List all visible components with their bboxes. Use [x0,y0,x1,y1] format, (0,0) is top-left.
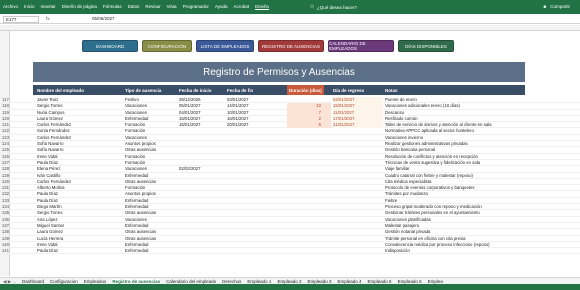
ribbon-tab[interactable]: Ayuda [215,4,228,9]
ribbon-tab[interactable]: Vista [167,4,177,9]
ribbon: Archivo Inicio Insertar Diseño de página Fór… [0,0,580,14]
ribbon-tab[interactable]: Archivo [3,4,18,9]
fx-icon[interactable]: fx [46,16,50,21]
tell-me-search[interactable]: ☉ ¿Qué desea hacer? [310,4,357,10]
formula-bar: E177 fx 05/06/2027 [0,15,580,24]
ribbon-tab[interactable]: Datos [128,4,140,9]
header-name[interactable]: Nombre del empleado [37,88,84,93]
ribbon-tab[interactable]: Programador [183,4,209,9]
cell-notes[interactable]: Indisposición [385,248,545,254]
cell-name[interactable]: Paula Díaz [37,248,123,254]
nav-button[interactable]: LISTA DE EMPLEADOS [196,40,254,52]
nav-button[interactable]: DASHBOARD [82,40,138,52]
ribbon-tab[interactable]: Diseño [255,4,269,9]
page-title: Registro de Permisos y Ausencias [33,62,525,82]
tell-me-label: ¿Qué desea hacer? [317,4,357,10]
table-header: Nombre del empleado Tipo de ausencia Fec… [33,85,525,95]
header-start[interactable]: Fecha de inicio [179,88,212,93]
ribbon-tab[interactable]: Revisar [145,4,160,9]
lightbulb-icon: ☉ [310,4,315,9]
ribbon-tab[interactable]: Inicio [24,4,35,9]
share-label: Compartir [550,4,570,9]
header-notes[interactable]: Notas [385,88,398,93]
nav-button[interactable]: CONFIGURACIÓN [142,40,192,52]
header-type[interactable]: Tipo de ausencia [125,88,161,93]
share-icon: ☻ [542,4,548,9]
sheet-tab-bar: ◀ ▶ ... Dashboard Configuracion Empleados R… [0,277,580,284]
row-number[interactable]: 141 [1,248,10,254]
ribbon-tab[interactable]: Insertar [41,4,56,9]
ribbon-tab[interactable]: Acrobat [234,4,250,9]
nav-button[interactable]: DÍAS DISPONIBLES [398,40,454,52]
header-return[interactable]: Día de regreso [333,88,364,93]
formula-input[interactable]: 05/06/2027 [92,16,115,22]
ribbon-tab[interactable]: Fórmulas [103,4,122,9]
ribbon-tab[interactable]: Diseño de página [62,4,97,9]
cell-type[interactable]: Enfermedad [125,248,177,254]
nav-button[interactable]: REGISTRO DE AUSENCIAS [258,40,324,52]
ribbon-tabs: Archivo Inicio Insertar Diseño de página Fór… [3,4,269,9]
name-box[interactable]: E177 [3,16,39,23]
table-body: 117 Javier Ruiz Festivo 28/12/2026 03/01/202… [0,97,580,255]
header-end[interactable]: Fecha de fin [227,88,253,93]
header-duration[interactable]: Duración (días) [287,85,324,95]
nav-button[interactable]: CALENDARIO DE EMPLEADOS [328,40,394,52]
share-button[interactable]: ☻ Compartir [542,4,570,9]
column-headers[interactable] [0,25,580,31]
table-row[interactable]: 141 Paula Díaz Enfermedad Indisposición [0,248,580,255]
status-bar [0,284,580,290]
